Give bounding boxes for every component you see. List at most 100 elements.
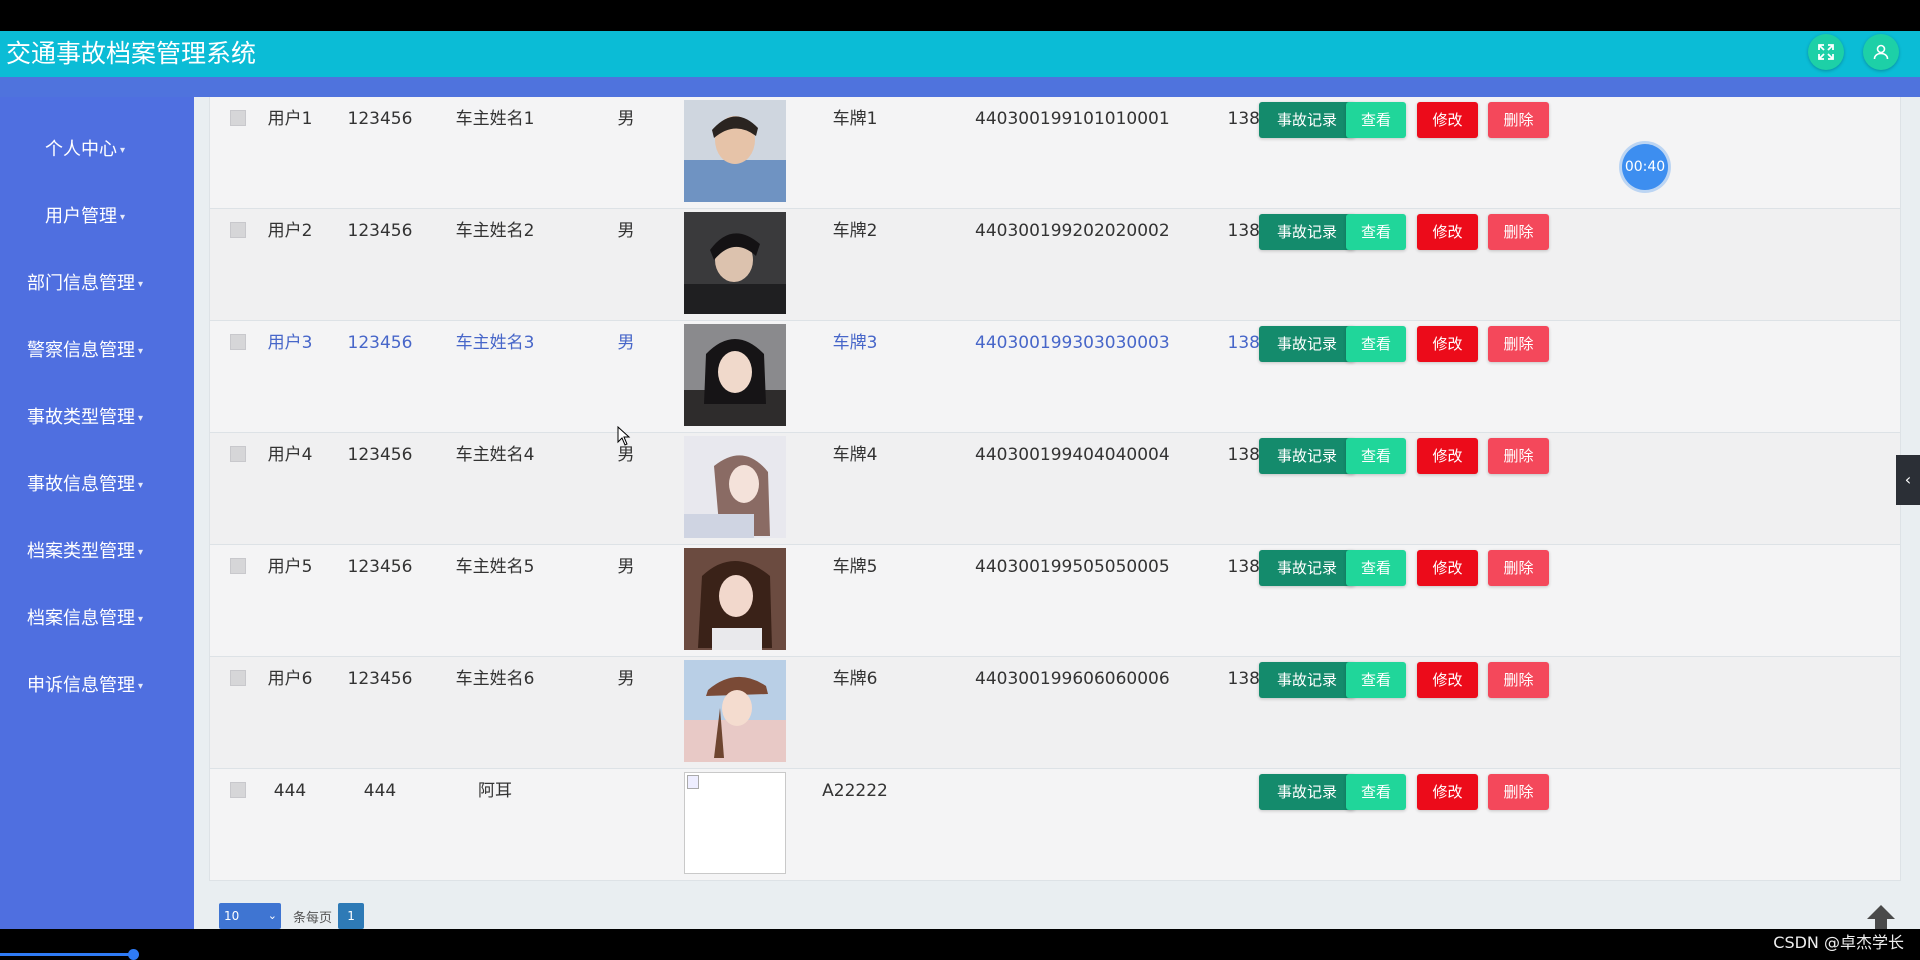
video-progress-bar[interactable]: [0, 953, 135, 956]
caret-down-icon: ▾: [137, 412, 144, 424]
table-row: 444 444 阿耳 A22222 事故记录 查看 修改 删除: [209, 769, 1901, 881]
sidebar-item-accident-type-management[interactable]: 事故类型管理 ▾: [0, 403, 170, 429]
sidebar-item-label: 用户管理: [44, 206, 117, 227]
cell-username: 用户5: [267, 557, 313, 577]
page-number-button[interactable]: 1: [338, 903, 365, 929]
per-page-label: 条每页: [293, 910, 333, 926]
cell-username: 用户1: [267, 109, 313, 129]
row-checkbox[interactable]: [230, 446, 246, 462]
cell-username: 用户2: [267, 221, 313, 241]
accident-records-button[interactable]: 事故记录: [1259, 774, 1355, 810]
cell-plate: A22222: [822, 781, 888, 801]
edit-button[interactable]: 修改: [1417, 214, 1478, 250]
window-top-bar: [0, 0, 1920, 31]
row-checkbox[interactable]: [230, 782, 246, 798]
cell-gender: 男: [617, 669, 635, 689]
chevron-down-icon: ⌄: [267, 909, 277, 922]
edit-button[interactable]: 修改: [1417, 326, 1478, 362]
view-button[interactable]: 查看: [1346, 550, 1406, 586]
cell-owner-name: 车主姓名4: [455, 445, 535, 465]
back-to-top-button[interactable]: [1864, 902, 1898, 932]
caret-down-icon: ▾: [137, 680, 144, 692]
cell-password: 123456: [347, 445, 413, 465]
timer-badge: 00:40: [1622, 144, 1668, 190]
cell-username: 用户3: [267, 333, 313, 353]
sidebar-item-label: 部门信息管理: [26, 273, 135, 294]
sidebar-item-accident-info-management[interactable]: 事故信息管理 ▾: [0, 470, 170, 496]
caret-down-icon: ▾: [137, 345, 144, 357]
cell-gender: 男: [617, 333, 635, 353]
accident-records-button[interactable]: 事故记录: [1259, 214, 1355, 250]
cell-plate: 车牌6: [832, 669, 878, 689]
fullscreen-button[interactable]: [1808, 34, 1844, 70]
cell-plate: 车牌5: [832, 557, 878, 577]
watermark: CSDN @卓杰学长: [1773, 933, 1904, 952]
caret-down-icon: ▾: [119, 144, 126, 156]
view-button[interactable]: 查看: [1346, 214, 1406, 250]
avatar: [684, 548, 786, 650]
delete-button[interactable]: 删除: [1488, 326, 1549, 362]
broken-image-icon: [687, 775, 699, 789]
view-button[interactable]: 查看: [1346, 102, 1406, 138]
window-bottom-bar: CSDN @卓杰学长: [0, 929, 1920, 960]
table-row: 用户6 123456 车主姓名6 男 车牌6 44030019960606000…: [209, 657, 1901, 769]
view-button[interactable]: 查看: [1346, 662, 1406, 698]
delete-button[interactable]: 删除: [1488, 662, 1549, 698]
accident-records-button[interactable]: 事故记录: [1259, 662, 1355, 698]
accident-records-button[interactable]: 事故记录: [1259, 550, 1355, 586]
accident-records-button[interactable]: 事故记录: [1259, 102, 1355, 138]
sidebar: 个人中心 ▾ 用户管理 ▾ 部门信息管理 ▾ 警察信息管理 ▾ 事故类型管理 ▾ 事故信息…: [0, 97, 194, 929]
delete-button[interactable]: 删除: [1488, 550, 1549, 586]
table-row: 用户4 123456 车主姓名4 男 车牌4 44030019940404000…: [209, 433, 1901, 545]
view-button[interactable]: 查看: [1346, 326, 1406, 362]
edit-button[interactable]: 修改: [1417, 662, 1478, 698]
edit-button[interactable]: 修改: [1417, 774, 1478, 810]
cell-owner-name: 阿耳: [478, 781, 512, 801]
side-panel-toggle[interactable]: ‹: [1896, 455, 1920, 505]
sidebar-item-archive-info-management[interactable]: 档案信息管理 ▾: [0, 604, 170, 630]
row-checkbox[interactable]: [230, 222, 246, 238]
sidebar-item-department-management[interactable]: 部门信息管理 ▾: [0, 269, 170, 295]
row-checkbox[interactable]: [230, 558, 246, 574]
sidebar-item-label: 警察信息管理: [26, 340, 135, 361]
accident-records-button[interactable]: 事故记录: [1259, 326, 1355, 362]
row-checkbox[interactable]: [230, 670, 246, 686]
edit-button[interactable]: 修改: [1417, 102, 1478, 138]
cell-password: 123456: [347, 333, 413, 353]
mouse-cursor-icon: [617, 426, 631, 446]
cell-owner-name: 车主姓名3: [455, 333, 535, 353]
sidebar-item-label: 申诉信息管理: [26, 675, 135, 696]
row-checkbox[interactable]: [230, 110, 246, 126]
delete-button[interactable]: 删除: [1488, 774, 1549, 810]
user-button[interactable]: [1863, 34, 1899, 70]
cell-id-number: 440300199202020002: [975, 221, 1170, 241]
video-progress-handle[interactable]: [128, 949, 139, 960]
sidebar-item-personal-center[interactable]: 个人中心 ▾: [0, 135, 170, 161]
cell-password: 123456: [347, 109, 413, 129]
cell-id-number: 440300199303030003: [975, 333, 1170, 353]
fullscreen-icon: [1818, 44, 1834, 60]
sidebar-item-police-management[interactable]: 警察信息管理 ▾: [0, 336, 170, 362]
edit-button[interactable]: 修改: [1417, 438, 1478, 474]
delete-button[interactable]: 删除: [1488, 214, 1549, 250]
row-checkbox[interactable]: [230, 334, 246, 350]
cell-password: 123456: [347, 669, 413, 689]
view-button[interactable]: 查看: [1346, 774, 1406, 810]
cell-plate: 车牌1: [832, 109, 878, 129]
page-size-select[interactable]: 10 ⌄: [219, 903, 281, 929]
delete-button[interactable]: 删除: [1488, 438, 1549, 474]
caret-down-icon: ▾: [137, 613, 144, 625]
sidebar-item-appeal-management[interactable]: 申诉信息管理 ▾: [0, 671, 170, 697]
delete-button[interactable]: 删除: [1488, 102, 1549, 138]
cell-plate: 车牌4: [832, 445, 878, 465]
accident-records-button[interactable]: 事故记录: [1259, 438, 1355, 474]
user-icon: [1873, 44, 1889, 60]
sidebar-item-user-management[interactable]: 用户管理 ▾: [0, 202, 170, 228]
caret-down-icon: ▾: [137, 479, 144, 491]
sidebar-item-archive-type-management[interactable]: 档案类型管理 ▾: [0, 537, 170, 563]
avatar: [684, 212, 786, 314]
view-button[interactable]: 查看: [1346, 438, 1406, 474]
edit-button[interactable]: 修改: [1417, 550, 1478, 586]
main-content: 用户1 123456 车主姓名1 男 车牌1 44030019910101000…: [194, 97, 1920, 929]
table-row: 用户2 123456 车主姓名2 男 车牌2 44030019920202000…: [209, 209, 1901, 321]
